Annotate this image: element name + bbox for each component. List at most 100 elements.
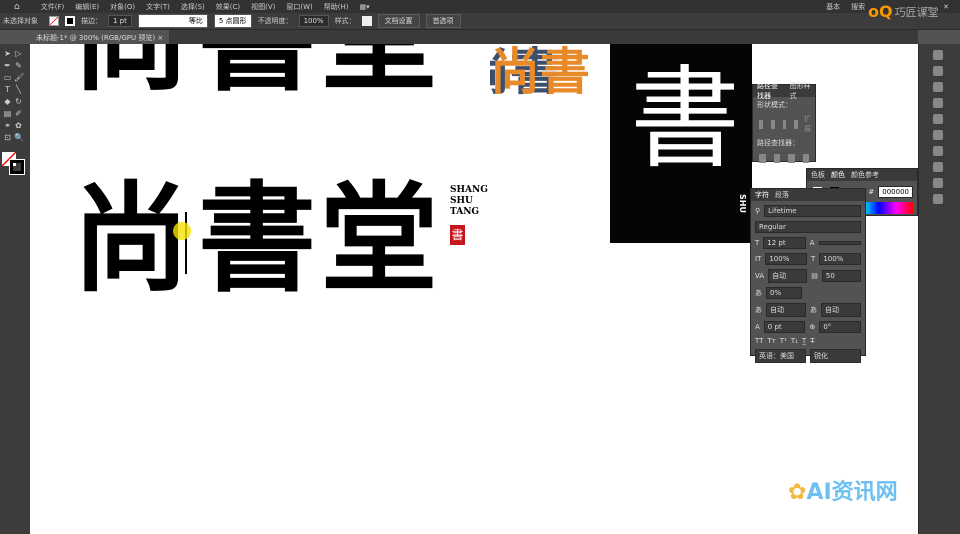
style-swatch[interactable] xyxy=(361,16,372,26)
artboard-icon[interactable]: ⊡ xyxy=(3,133,12,142)
superscript-icon[interactable]: T¹ xyxy=(780,337,787,345)
tracking-field[interactable]: 50 xyxy=(821,270,862,282)
tab-paragraph[interactable]: 段落 xyxy=(775,190,789,200)
symbol-icon[interactable]: ✿ xyxy=(14,121,23,130)
stroke-icon[interactable] xyxy=(933,146,943,156)
properties-icon[interactable] xyxy=(933,50,943,60)
small-caps-icon[interactable]: Tт xyxy=(767,337,775,345)
tab-color[interactable]: 颜色 xyxy=(831,170,845,180)
horizontal-scale-field[interactable]: 100% xyxy=(819,253,861,265)
tab-color-guide[interactable]: 颜色参考 xyxy=(851,170,879,180)
swatches-icon[interactable] xyxy=(933,98,943,108)
gradient-icon[interactable]: ▤ xyxy=(3,109,12,118)
tsume-field[interactable]: 0% xyxy=(766,287,802,299)
kerning-field[interactable]: 自动 xyxy=(768,269,808,283)
char-shu-top: 書 xyxy=(198,44,316,97)
underline-icon[interactable]: T̲ xyxy=(802,337,806,345)
tab-swatches[interactable]: 色板 xyxy=(811,170,825,180)
rotate-icon[interactable]: ↻ xyxy=(14,97,23,106)
menu-object[interactable]: 对象(O) xyxy=(110,2,135,12)
trim-icon[interactable] xyxy=(773,154,780,163)
zoom-tool-icon[interactable]: 🔍 xyxy=(14,133,24,142)
antialias-select[interactable]: 锐化 xyxy=(810,349,861,363)
fill-stroke-widget[interactable] xyxy=(2,152,28,178)
preferences-button[interactable]: 首选项 xyxy=(425,14,461,28)
eraser-icon[interactable]: ◆ xyxy=(3,97,12,106)
rotation-field[interactable]: 0° xyxy=(819,321,862,333)
pen-tool-icon[interactable]: ✒ xyxy=(3,61,12,70)
aki-right-field[interactable]: 自动 xyxy=(821,303,861,317)
font-style-select[interactable]: Regular xyxy=(755,221,861,233)
all-caps-icon[interactable]: TT xyxy=(755,337,763,345)
stroke-label: 描边： xyxy=(81,17,102,25)
document-setup-button[interactable]: 文档设置 xyxy=(377,14,420,28)
divide-icon[interactable] xyxy=(759,154,766,163)
aki-left-field[interactable]: 自动 xyxy=(766,303,806,317)
intersect-icon[interactable] xyxy=(782,119,787,129)
menu-select[interactable]: 选择(S) xyxy=(181,2,205,12)
strikethrough-icon[interactable]: T̶ xyxy=(810,337,814,345)
rectangle-tool-icon[interactable]: ▭ xyxy=(3,73,12,82)
menu-edit[interactable]: 编辑(E) xyxy=(75,2,99,12)
exclude-icon[interactable] xyxy=(794,119,798,129)
selection-tool-icon[interactable]: ➤ xyxy=(3,49,12,58)
workspace-switcher[interactable]: 基本 xyxy=(826,2,840,12)
menu-help[interactable]: 帮助(H) xyxy=(324,2,349,12)
minus-front-icon[interactable] xyxy=(770,119,775,129)
arrange-icon[interactable]: ▦▾ xyxy=(360,3,370,11)
stroke-weight-field[interactable]: 1 pt xyxy=(108,15,132,27)
search-input[interactable]: 搜索 xyxy=(851,2,865,12)
type-tool-icon[interactable]: T xyxy=(3,85,12,94)
hex-field[interactable]: 000000 xyxy=(878,185,913,198)
stroke-profile[interactable]: 等比 xyxy=(137,14,208,28)
unite-icon[interactable] xyxy=(759,119,763,129)
line-tool-icon[interactable]: ╲ xyxy=(14,85,23,94)
expand-button[interactable]: 扩展 xyxy=(804,114,811,134)
gradient-panel-icon[interactable] xyxy=(933,162,943,172)
dark-char-shu: 書 xyxy=(630,55,740,183)
font-family-field[interactable]: Lifetime xyxy=(764,205,861,217)
crop-icon[interactable] xyxy=(802,154,809,163)
direct-selection-icon[interactable]: ▷ xyxy=(14,49,23,58)
right-dock xyxy=(918,44,960,534)
menu-view[interactable]: 视图(V) xyxy=(251,2,275,12)
tab-character[interactable]: 字符 xyxy=(755,190,769,200)
language-select[interactable]: 英语：美国 xyxy=(755,349,806,363)
transparency-icon[interactable] xyxy=(933,178,943,188)
menu-effect[interactable]: 效果(C) xyxy=(216,2,240,12)
opacity-field[interactable]: 100% xyxy=(298,15,329,27)
close-tab-icon[interactable]: × xyxy=(157,34,163,42)
libraries-icon[interactable] xyxy=(933,82,943,92)
tab-pathfinder[interactable]: 路径查找器 xyxy=(757,81,784,101)
menu-window[interactable]: 窗口(W) xyxy=(286,2,312,12)
merge-icon[interactable] xyxy=(788,154,795,163)
color-logo: 尚書 xyxy=(490,44,595,100)
symbols-icon[interactable] xyxy=(933,130,943,140)
home-icon[interactable]: ⌂ xyxy=(14,2,20,12)
brush-select[interactable]: 5 点圆形 xyxy=(213,14,252,28)
layers-icon[interactable] xyxy=(933,66,943,76)
tab-graphic-styles[interactable]: 图形样式 xyxy=(790,81,811,101)
logo-text: 尚書 xyxy=(490,44,590,100)
char-shang-top: 尚 xyxy=(72,44,190,97)
leading-field[interactable] xyxy=(818,241,862,245)
char-shang: 尚 xyxy=(72,169,191,308)
stroke-swatch[interactable] xyxy=(65,16,75,26)
font-size-field[interactable]: 12 pt xyxy=(763,237,806,249)
document-tab[interactable]: 未标题-1* @ 300% (RGB/GPU 预览) × xyxy=(30,30,170,44)
fill-swatch[interactable] xyxy=(49,16,59,26)
baseline-shift-field[interactable]: 0 pt xyxy=(763,321,806,333)
appearance-icon[interactable] xyxy=(933,194,943,204)
subscript-icon[interactable]: T₁ xyxy=(791,337,798,345)
menu-file[interactable]: 文件(F) xyxy=(41,2,65,12)
type-style-buttons: TT Tт T¹ T₁ T̲ T̶ xyxy=(755,337,861,345)
menu-type[interactable]: 文字(T) xyxy=(146,2,170,12)
blend-icon[interactable]: ⚭ xyxy=(3,121,12,130)
vertical-scale-field[interactable]: 100% xyxy=(765,253,808,265)
pathfinders-label: 路径查找器： xyxy=(757,139,799,147)
close-window-icon[interactable]: ✕ xyxy=(943,3,949,11)
curvature-icon[interactable]: ✎ xyxy=(14,61,23,70)
brushes-icon[interactable] xyxy=(933,114,943,124)
brush-tool-icon[interactable]: 🖌 xyxy=(14,73,24,82)
eyedropper-icon[interactable]: ✐ xyxy=(14,109,23,118)
